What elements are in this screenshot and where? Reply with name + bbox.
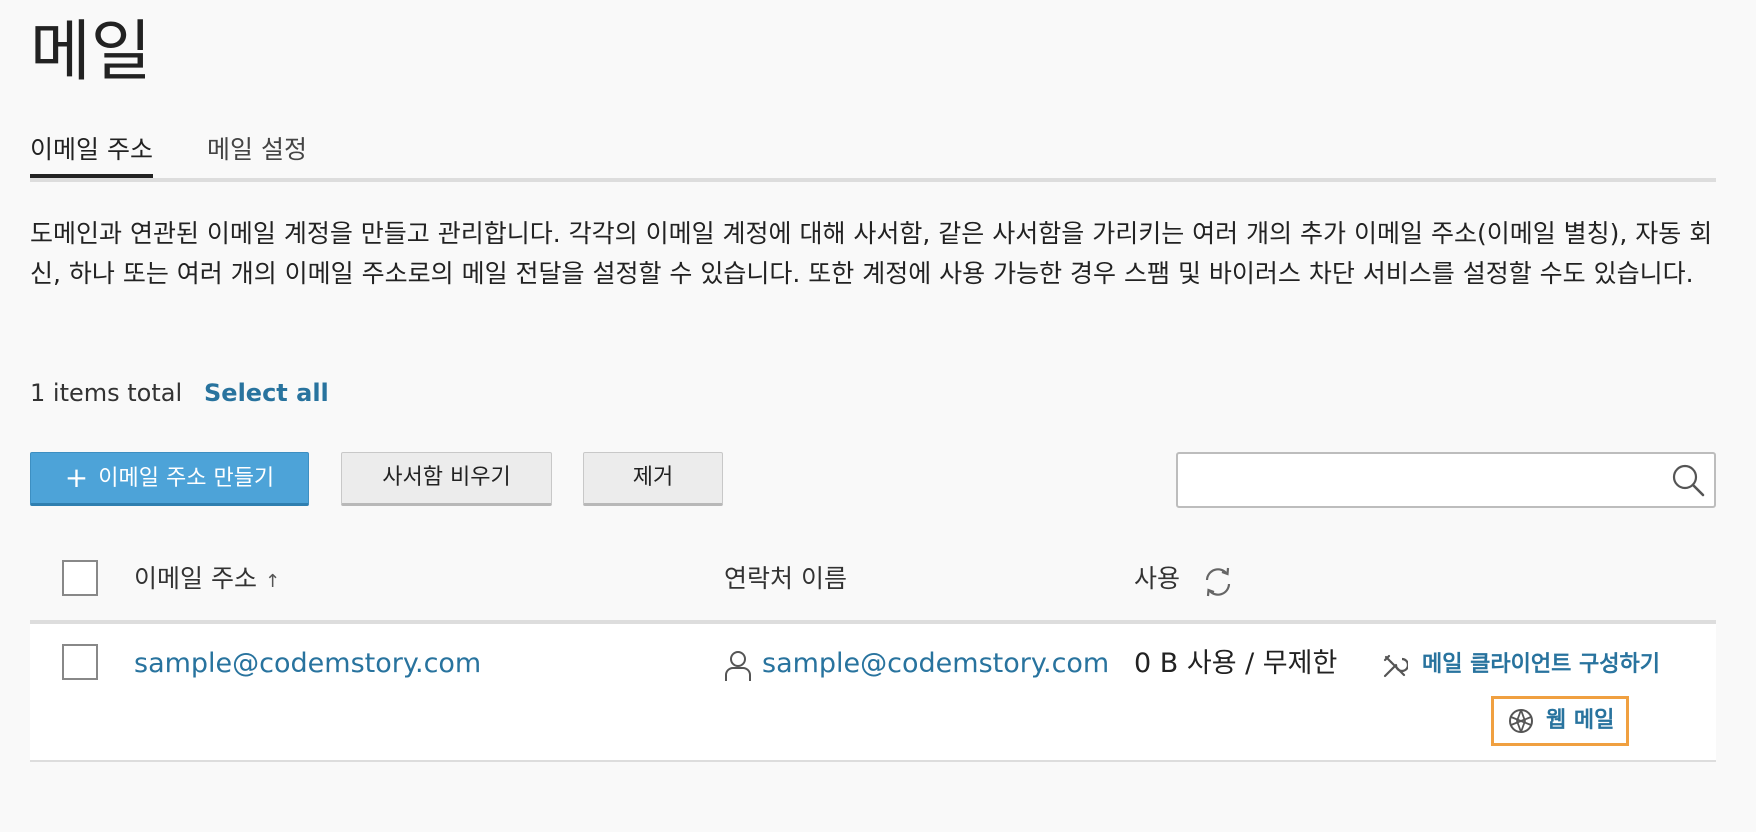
search-input[interactable] (1190, 454, 1654, 508)
tab-bar: 이메일 주소 메일 설정 (30, 128, 1716, 182)
refresh-icon[interactable] (1200, 564, 1236, 600)
row-checkbox[interactable] (62, 644, 98, 680)
search-box (1176, 452, 1716, 508)
usage-value: 0 B 사용 / 무제한 (1134, 648, 1338, 679)
plus-icon: + (64, 461, 89, 494)
sort-ascending-icon: ↑ (264, 571, 281, 592)
table-row: sample@codemstory.com sample@codemstory.… (30, 624, 1716, 762)
contact-name-label: sample@codemstory.com (762, 648, 1110, 679)
webmail-icon (1509, 709, 1533, 733)
table-header: 이메일 주소 ↑ 연락처 이름 사용 (30, 546, 1716, 624)
page-description: 도메인과 연관된 이메일 계정을 만들고 관리합니다. 각각의 이메일 계정에 … (30, 219, 1713, 288)
webmail-link[interactable]: 웹 메일 (1491, 696, 1629, 746)
configure-mail-client-label: 메일 클라이언트 구성하기 (1422, 652, 1660, 677)
column-header-email[interactable]: 이메일 주소 ↑ (134, 560, 280, 601)
items-count: 1 items total (30, 379, 183, 407)
select-all-link[interactable]: Select all (204, 376, 329, 410)
tab-email-addresses[interactable]: 이메일 주소 (30, 128, 153, 178)
configure-mail-client-link[interactable]: 메일 클라이언트 구성하기 (1382, 648, 1660, 682)
create-email-button[interactable]: + 이메일 주소 만들기 (30, 452, 309, 506)
remove-button[interactable]: 제거 (583, 452, 723, 506)
tab-mail-settings[interactable]: 메일 설정 (207, 128, 307, 174)
create-email-label: 이메일 주소 만들기 (98, 466, 275, 491)
column-header-contact: 연락처 이름 (724, 564, 847, 593)
column-header-usage: 사용 (1134, 564, 1181, 593)
tools-icon (1383, 654, 1408, 678)
webmail-label: 웹 메일 (1546, 708, 1615, 733)
select-all-checkbox[interactable] (62, 560, 98, 596)
column-header-email-label: 이메일 주소 (134, 564, 257, 593)
empty-mailbox-button[interactable]: 사서함 비우기 (341, 452, 552, 506)
person-icon (725, 651, 751, 681)
email-address-link[interactable]: sample@codemstory.com (134, 644, 481, 684)
search-icon[interactable] (1670, 462, 1706, 498)
page-title: 메일 (30, 13, 152, 90)
